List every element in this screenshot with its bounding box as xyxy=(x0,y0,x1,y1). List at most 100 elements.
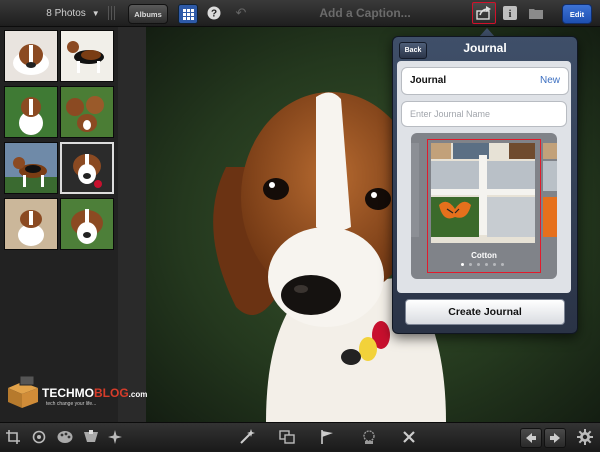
flag-button[interactable] xyxy=(318,428,336,446)
beagle-thumbnail-image xyxy=(19,97,43,135)
help-icon: ? xyxy=(207,6,221,20)
folder-icon xyxy=(529,9,543,19)
page-dot[interactable] xyxy=(501,263,504,266)
watermark-brand-accent: BLOG xyxy=(94,386,129,400)
svg-text:i: i xyxy=(509,9,512,20)
previous-arrow-icon xyxy=(526,433,536,443)
previous-photo-button[interactable] xyxy=(520,428,542,448)
brushes-tool[interactable] xyxy=(82,428,100,446)
share-icon xyxy=(476,6,491,20)
auto-enhance-button[interactable] xyxy=(238,428,256,446)
beagle-thumbnail-image xyxy=(71,209,103,244)
favorite-button[interactable] xyxy=(360,428,378,446)
box-logo-icon xyxy=(8,375,38,408)
caption-placeholder: Add a Caption... xyxy=(319,6,411,20)
albums-button-label: Albums xyxy=(134,9,162,19)
crop-icon xyxy=(6,430,20,444)
page-dot[interactable] xyxy=(461,263,464,266)
panel-divider[interactable] xyxy=(118,27,146,422)
watermark-logo: TECHMOBLOG.com tech change your life... xyxy=(6,374,147,412)
beagle-thumbnail-image xyxy=(73,154,102,188)
caption-field[interactable]: Add a Caption... xyxy=(270,4,460,22)
thumbnail-2[interactable] xyxy=(60,30,114,82)
magic-wand-icon xyxy=(240,429,255,444)
rotate-tool[interactable] xyxy=(30,428,48,446)
effects-tool[interactable] xyxy=(106,428,124,446)
thumbnail-4[interactable] xyxy=(60,86,114,138)
next-arrow-icon xyxy=(550,433,560,443)
edit-button-label: Edit xyxy=(569,9,585,19)
back-button[interactable]: Back xyxy=(399,42,427,59)
rotate-icon xyxy=(32,430,46,444)
cotton-theme-preview xyxy=(411,143,557,243)
dropdown-arrow-icon: ▼ xyxy=(91,8,100,18)
journal-label: Journal xyxy=(410,75,447,86)
thumbnail-3[interactable] xyxy=(4,86,58,138)
page-dot[interactable] xyxy=(485,263,488,266)
photo-count-label: 8 Photos xyxy=(46,7,86,19)
divider-grip xyxy=(111,6,112,20)
beagle-thumbnail-image xyxy=(18,210,44,246)
crop-tool[interactable] xyxy=(4,428,22,446)
create-journal-label: Create Journal xyxy=(448,306,522,318)
gear-icon xyxy=(577,429,593,445)
edit-button[interactable]: Edit xyxy=(562,4,592,24)
watermark-brand: TECHMOBLOG.com xyxy=(42,386,147,400)
info-button[interactable]: i xyxy=(502,4,518,22)
color-tool[interactable] xyxy=(56,428,74,446)
folder-button[interactable] xyxy=(528,4,544,22)
next-photo-button[interactable] xyxy=(544,428,566,448)
theme-picker[interactable]: Cotton xyxy=(411,133,557,279)
copy-icon xyxy=(279,430,295,444)
share-button[interactable] xyxy=(472,2,496,24)
journal-select-row[interactable]: Journal New xyxy=(401,67,569,95)
bottom-toolbar xyxy=(0,422,600,451)
reject-button[interactable] xyxy=(400,428,418,446)
watermark-tagline: tech change your life... xyxy=(46,401,97,407)
svg-text:?: ? xyxy=(211,9,217,20)
page-dot[interactable] xyxy=(493,263,496,266)
beagle-thumbnail-image xyxy=(5,157,57,193)
effects-icon xyxy=(108,430,122,444)
back-button-label: Back xyxy=(404,47,422,54)
journal-name-input[interactable] xyxy=(401,101,567,127)
thumbnail-5[interactable] xyxy=(4,142,58,194)
theme-name-label: Cotton xyxy=(471,251,497,260)
brushes-icon xyxy=(84,430,98,442)
settings-button[interactable] xyxy=(576,428,594,446)
watermark-brand-suffix: .com xyxy=(128,390,148,399)
thumbnail-grid xyxy=(0,27,118,422)
undo-button[interactable]: ↶ xyxy=(232,4,250,22)
beagle-thumbnail-image xyxy=(13,44,49,75)
info-icon: i xyxy=(503,6,517,20)
popover-header: Back Journal xyxy=(393,37,577,61)
page-dot[interactable] xyxy=(469,263,472,266)
thumbnail-8[interactable] xyxy=(60,198,114,250)
divider-grip xyxy=(114,6,115,20)
watermark-brand-main: TECHMO xyxy=(42,386,94,400)
new-journal-option[interactable]: New xyxy=(540,75,560,86)
popover-body: Journal New Cotto xyxy=(397,61,571,293)
flag-icon xyxy=(321,430,333,444)
beagle-thumbnail-image xyxy=(67,41,104,73)
help-button[interactable]: ? xyxy=(206,4,222,22)
copy-button[interactable] xyxy=(278,428,296,446)
journal-popover: Back Journal Journal New Enter Journal N… xyxy=(392,36,578,334)
top-toolbar: 8 Photos ▼ Albums ? ↶ Add a Caption... i… xyxy=(0,0,600,27)
stamp-icon xyxy=(363,430,375,444)
thumbnail-7[interactable] xyxy=(4,198,58,250)
thumbnail-1[interactable] xyxy=(4,30,58,82)
reject-icon xyxy=(403,431,415,443)
undo-icon: ↶ xyxy=(235,5,247,20)
beagle-thumbnail-image xyxy=(66,96,104,132)
page-dot[interactable] xyxy=(477,263,480,266)
palette-icon xyxy=(57,431,73,443)
page-indicator xyxy=(461,263,511,269)
thumbnail-6-selected[interactable] xyxy=(60,142,114,194)
divider-grip xyxy=(108,6,109,20)
grid-icon xyxy=(182,8,194,20)
popover-title: Journal xyxy=(463,41,507,55)
albums-button[interactable]: Albums xyxy=(128,4,168,24)
grid-view-button[interactable] xyxy=(178,4,198,24)
create-journal-button[interactable]: Create Journal xyxy=(405,299,565,325)
